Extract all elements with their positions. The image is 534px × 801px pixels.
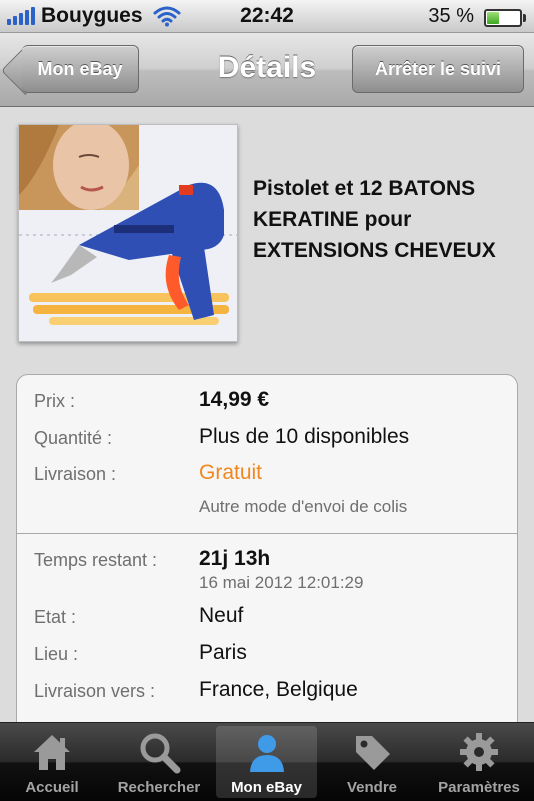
tab-vendre[interactable]: Vendre <box>320 726 424 798</box>
quantity-label: Quantité : <box>34 428 113 448</box>
tab-parametres[interactable]: Paramètres <box>427 726 531 798</box>
tab-label: Vendre <box>346 779 398 796</box>
carrier-name: Bouygues <box>41 4 143 27</box>
location-value: Paris <box>199 641 247 664</box>
user-icon <box>249 735 284 772</box>
search-icon <box>140 733 181 774</box>
tab-label: Mon eBay <box>231 779 302 796</box>
time-left-label: Temps restant : <box>34 550 158 570</box>
status-bar: Bouygues 22:42 35 % <box>0 0 534 33</box>
ships-to-value: France, Belgique <box>199 678 358 701</box>
battery-icon <box>484 9 526 27</box>
signal-icon <box>7 7 35 25</box>
navigation-bar: Mon eBay Détails Arrêter le suivi <box>0 33 534 107</box>
tab-rechercher[interactable]: Rechercher <box>107 726 211 798</box>
section-divider <box>17 533 517 534</box>
tag-icon <box>356 736 390 770</box>
tab-label: Paramètres <box>438 779 520 796</box>
stop-watching-button[interactable]: Arrêter le suivi <box>352 45 524 93</box>
end-date: 16 mai 2012 12:01:29 <box>199 573 364 592</box>
price-label: Prix : <box>34 391 76 411</box>
location-label: Lieu : <box>34 644 79 664</box>
item-details-view[interactable]: Pistolet et 12 BATONS KERATINE pour EXTE… <box>0 107 534 722</box>
time-left-value: 21j 13h <box>199 547 271 570</box>
condition-label: Etat : <box>34 607 77 627</box>
tab-label: Rechercher <box>117 779 201 796</box>
delivery-note: Autre mode d'envoi de colis <box>199 497 408 516</box>
tab-label: Accueil <box>25 779 79 796</box>
battery-percent: 35 % <box>428 5 474 27</box>
wifi-icon <box>153 6 181 27</box>
ships-to-label: Livraison vers : <box>34 681 156 701</box>
tab-bar: Accueil Rechercher Mon eBay Vendre Param… <box>0 722 534 801</box>
tab-mon-ebay[interactable]: Mon eBay <box>216 726 317 798</box>
tab-accueil[interactable]: Accueil <box>0 726 104 798</box>
delivery-label: Livraison : <box>34 464 117 484</box>
delivery-value: Gratuit <box>199 461 263 484</box>
details-card: Prix : 14,99 € Quantité : Plus de 10 dis… <box>16 374 518 722</box>
product-title: Pistolet et 12 BATONS KERATINE pour EXTE… <box>253 177 496 262</box>
condition-value: Neuf <box>199 604 244 627</box>
quantity-value: Plus de 10 disponibles <box>199 425 410 448</box>
gear-icon <box>460 733 498 771</box>
product-image[interactable] <box>18 124 238 342</box>
home-icon <box>34 735 70 770</box>
glue-gun-picture <box>19 125 237 341</box>
stop-watching-label: Arrêter le suivi <box>374 58 502 79</box>
price-value: 14,99 € <box>199 388 270 411</box>
